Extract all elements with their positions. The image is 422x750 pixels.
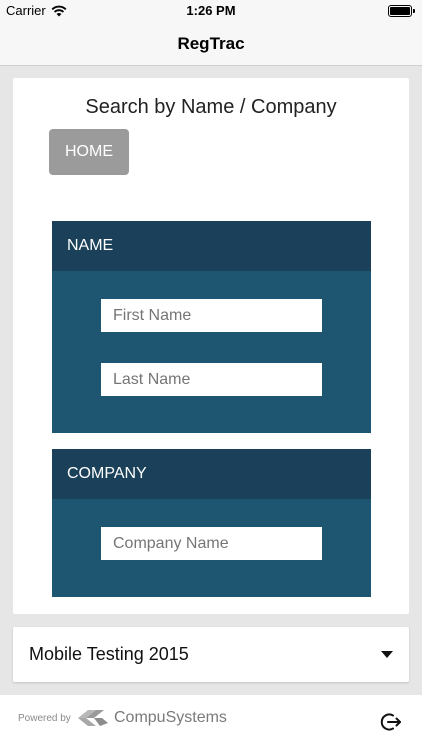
page-title: Search by Name / Company [85,96,337,118]
company-panel-header: COMPANY [52,449,371,499]
search-card: Search by Name / Company HOME NAME COMPA… [13,78,409,614]
powered-by-label: Powered by [18,713,71,724]
last-name-input[interactable] [101,363,322,396]
company-name-input[interactable] [101,527,322,560]
name-panel: NAME [52,221,371,433]
compusystems-logo-icon [78,710,108,726]
status-time: 1:26 PM [186,3,236,18]
name-panel-header: NAME [52,221,371,271]
status-bar: Carrier 1:26 PM [0,0,422,22]
caret-down-icon [381,651,393,658]
event-select-value: Mobile Testing 2015 [29,644,189,664]
company-panel: COMPANY [52,449,371,597]
logout-icon[interactable] [380,711,402,733]
event-select[interactable]: Mobile Testing 2015 [13,627,409,682]
first-name-input[interactable] [101,299,322,332]
home-button[interactable]: HOME [49,129,129,175]
nav-title: RegTrac [0,22,422,66]
battery-icon [388,5,415,17]
footer: Powered by CompuSystems [0,695,422,750]
brand-name: CompuSystems [114,709,227,726]
brand-logo: CompuSystems [76,707,227,729]
